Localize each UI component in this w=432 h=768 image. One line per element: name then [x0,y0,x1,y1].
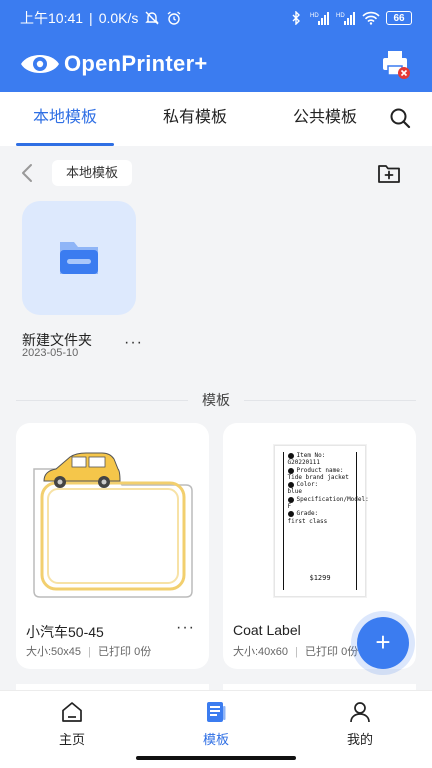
template-card[interactable]: 小汽车50-45 大小:50x45 | 已打印 0份 ··· [16,423,209,669]
label-row: Grade: [287,510,352,518]
label-row: Color: [287,481,352,489]
nav-label: 模板 [202,732,229,747]
section-title: 模板 [202,392,230,408]
label-row: Specification/Model: [287,496,369,503]
template-name: 小汽车50-45 [26,624,104,640]
tab-public-templates[interactable]: 公共模板 [260,92,390,146]
nav-item-home[interactable]: 主页 [0,691,144,768]
car-label-preview [33,452,193,598]
label-text: blue [287,488,302,496]
mute-icon [145,11,160,25]
label-text: Item No: [296,452,326,459]
home-indicator [136,756,296,760]
label-text: G20220111 [287,459,321,467]
label-text: Tide brand jacket [287,473,349,481]
status-speed: 0.0K/s [98,10,139,26]
folder-date: 2023-05-10 [22,347,79,359]
bullet-icon [287,496,294,503]
printer-status-button[interactable] [380,48,412,80]
home-icon [62,702,82,722]
bullet-icon [287,453,294,459]
template-more-button[interactable]: ··· [176,619,195,637]
wifi-icon [362,11,380,25]
nav-item-profile[interactable]: 我的 [288,691,432,768]
bullet-icon [287,467,294,474]
template-size: 大小:50x45 [26,646,82,658]
bluetooth-icon [292,11,300,25]
alarm-icon [167,11,181,25]
template-size: 大小:40x60 [233,646,289,658]
template-thumbnail [26,441,199,601]
signal-icon-2: HD [336,12,355,25]
template-meta: 大小:40x60 | 已打印 0份 [233,643,358,659]
app-title: OpenPrinter+ [64,51,208,76]
label-text: first class [287,517,328,525]
templates-section-divider: 模板 [16,390,416,410]
svg-text:HD: HD [310,13,319,19]
add-template-button[interactable]: + [357,617,409,669]
tab-local-templates[interactable]: 本地模板 [0,92,130,146]
breadcrumb-current[interactable]: 本地模板 [52,160,133,186]
search-button[interactable] [388,106,412,130]
status-time: 上午10:41 [20,10,84,26]
bullet-icon [287,482,294,489]
chevron-left-icon [22,164,32,182]
bullet-icon [287,511,294,518]
printer-disconnected-icon [383,51,410,79]
app-bar: OpenPrinter+ [0,36,432,92]
folder-add-icon [378,165,400,183]
template-name: Coat Label [233,622,301,638]
template-meta: 大小:50x45 | 已打印 0份 [26,643,151,659]
label-row: Item No: [287,452,352,459]
app-logo-icon [21,55,59,73]
folder-more-button[interactable]: ··· [124,334,143,352]
battery-icon: 66 [386,11,412,25]
nav-label: 我的 [346,732,373,747]
template-icon [207,702,226,722]
label-row: Product name: [287,466,352,474]
top-header: 上午10:41 | 0.0K/s HD HD 66 OpenPrinter+ [0,0,432,92]
status-bar: 上午10:41 | 0.0K/s HD HD 66 [0,0,432,36]
user-icon [350,702,370,723]
folder-icon [60,242,98,274]
coat-label-preview: Item No: G20220111 Product name: Tide br… [273,445,369,597]
back-button[interactable] [18,162,36,184]
template-tabs: 本地模板 私有模板 公共模板 [0,92,432,146]
template-print-count: 已打印 0份 [98,646,152,658]
template-print-count: 已打印 0份 [305,646,359,658]
tab-private-templates[interactable]: 私有模板 [130,92,260,146]
meta-divider: | [88,646,91,658]
status-separator: | [89,10,93,26]
folder-tile[interactable] [22,201,136,315]
divider-line-left [16,399,188,401]
nav-label: 主页 [58,732,85,747]
meta-divider: | [295,646,298,658]
divider-line-right [244,399,416,401]
search-icon [390,108,411,129]
label-price: $1299 [309,573,331,582]
label-text: Product name: [296,466,344,474]
label-content: Item No: G20220111 Product name: Tide br… [282,452,369,590]
label-text: Grade: [296,510,319,518]
signal-icon: HD [310,12,329,25]
new-folder-button[interactable] [377,161,401,185]
svg-text:HD: HD [336,13,345,19]
template-thumbnail: Item No: G20220111 Product name: Tide br… [233,441,406,601]
label-text: Color: [296,481,319,489]
label-text: F [287,503,292,511]
label-text: Specification/Model: [296,495,369,503]
